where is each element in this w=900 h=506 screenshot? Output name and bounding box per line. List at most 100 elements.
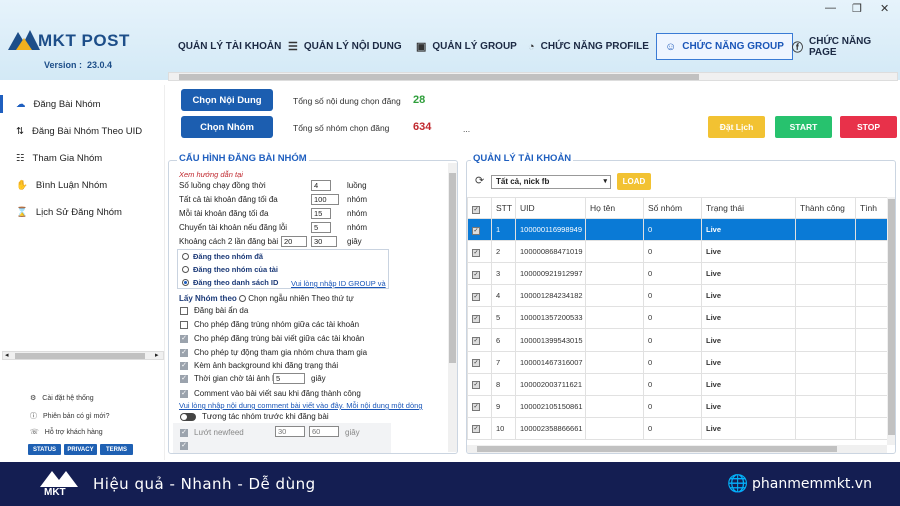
- row-checkbox[interactable]: ✓: [467, 217, 492, 242]
- table-row[interactable]: ✓ 4 100001284234182 0 Live: [467, 284, 888, 308]
- table-row[interactable]: ✓ 5 100001357200533 0 Live: [467, 306, 888, 330]
- table-row[interactable]: ✓ 7 100001467316007 0 Live: [467, 350, 888, 374]
- sidebar-scrollbar[interactable]: ◂ ▸: [2, 351, 164, 360]
- row-checkbox[interactable]: ✓: [467, 328, 492, 352]
- tab-content-management[interactable]: ☰ QUẢN LÝ NỘI DUNG: [280, 33, 410, 60]
- top-scrollbar-thumb[interactable]: [179, 74, 699, 80]
- sidebar-item-post-history[interactable]: ⌛ Lịch Sử Đăng Nhóm: [16, 207, 122, 218]
- tab-page-functions[interactable]: ⓕ CHỨC NĂNG PAGE: [784, 33, 900, 60]
- guide-link[interactable]: Xem hướng dẫn tại: [179, 170, 243, 179]
- check-allow-dup-groups[interactable]: Cho phép đăng trùng nhóm giữa các tài kh…: [180, 320, 359, 329]
- row-checkbox-icon[interactable]: ✓: [472, 270, 480, 279]
- row-checkbox-icon[interactable]: ✓: [472, 381, 480, 390]
- row-checkbox-icon[interactable]: ✓: [472, 248, 480, 257]
- check-upload-wait[interactable]: ✓ Thời gian chờ tải ảnh lên: [180, 374, 283, 383]
- row-checkbox-icon[interactable]: ✓: [472, 226, 480, 235]
- row-checkbox-icon[interactable]: ✓: [472, 403, 480, 412]
- table-row[interactable]: ✓ 6 100001399543015 0 Live: [467, 328, 888, 352]
- refresh-icon[interactable]: ⟳: [475, 174, 484, 187]
- config-vscrollbar-thumb[interactable]: [449, 173, 456, 363]
- accounts-hscrollbar-thumb[interactable]: [477, 446, 837, 452]
- choose-content-button[interactable]: Chọn Nội Dung: [181, 89, 273, 111]
- stop-button[interactable]: STOP: [840, 116, 897, 138]
- load-button[interactable]: LOAD: [617, 173, 651, 190]
- col-success[interactable]: Thành công: [795, 197, 856, 219]
- table-row[interactable]: ✓ 10 100002358866661 0 Live: [467, 416, 888, 440]
- delay-to-input[interactable]: 30: [311, 236, 337, 247]
- tab-profile-functions[interactable]: ◔ CHỨC NĂNG PROFILE: [520, 33, 657, 60]
- radio-account-groups[interactable]: Đăng theo nhóm của tài: [182, 265, 278, 274]
- check-background-image[interactable]: ✓ Kèm ảnh background khi đăng trạng thái: [180, 361, 338, 370]
- accounts-hscrollbar[interactable]: [467, 445, 887, 453]
- top-scrollbar[interactable]: [168, 72, 898, 81]
- order-option[interactable]: Theo thứ tự: [311, 294, 353, 303]
- check-comment-after-post[interactable]: ✓ Comment vào bài viết sau khi đăng thành…: [180, 389, 361, 398]
- sidebar-scrollbar-thumb[interactable]: [15, 353, 145, 359]
- row-checkbox[interactable]: ✓: [467, 306, 492, 330]
- col-groups[interactable]: Số nhóm: [643, 197, 702, 219]
- website-link[interactable]: phanmemmkt.vn: [752, 476, 872, 492]
- schedule-button[interactable]: Đặt Lịch: [708, 116, 765, 138]
- config-vscrollbar[interactable]: [448, 163, 457, 452]
- tab-account-management[interactable]: QUẢN LÝ TÀI KHOẢN: [170, 33, 289, 60]
- threads-input[interactable]: 4: [311, 180, 331, 191]
- radio-joined-groups[interactable]: Đăng theo nhóm đã: [182, 252, 263, 261]
- minimize-icon[interactable]: —: [825, 2, 836, 14]
- sidebar-item-post-group-uid[interactable]: ⇅ Đăng Bài Nhóm Theo UID: [16, 126, 142, 137]
- check-scroll-newsfeed[interactable]: ✓ Lướt newfeed: [180, 428, 244, 437]
- interact-before-post-toggle[interactable]: Tương tác nhóm trước khi đăng bài: [180, 412, 329, 421]
- customer-support-link[interactable]: ☏ Hỗ trợ khách hàng: [30, 428, 103, 437]
- select-all-checkbox[interactable]: ✓: [472, 205, 480, 214]
- row-checkbox-icon[interactable]: ✓: [472, 359, 480, 368]
- id-group-link[interactable]: Vui lòng nhập ID GROUP và: [291, 279, 386, 288]
- table-row[interactable]: ✓ 8 100002003711621 0 Live: [467, 372, 888, 396]
- tab-group-functions[interactable]: ☺ CHỨC NĂNG GROUP: [656, 33, 793, 60]
- table-row[interactable]: ✓ 1 100000116998949 0 Live: [467, 217, 888, 242]
- col-uid[interactable]: UID: [515, 197, 586, 219]
- per-account-max-input[interactable]: 15: [311, 208, 331, 219]
- choose-group-button[interactable]: Chọn Nhóm: [181, 116, 273, 138]
- row-checkbox-icon[interactable]: ✓: [472, 292, 480, 301]
- check-hidden-post[interactable]: Đăng bài ẩn da: [180, 306, 248, 315]
- delay-from-input[interactable]: 20: [281, 236, 307, 247]
- table-row[interactable]: ✓ 2 100000868471019 0 Live: [467, 240, 888, 264]
- system-settings-link[interactable]: ⚙ Cài đặt hệ thống: [30, 394, 94, 403]
- tab-group-management[interactable]: ▣ QUẢN LÝ GROUP: [408, 33, 525, 60]
- maximize-icon[interactable]: ❐: [852, 2, 862, 15]
- accounts-vscrollbar[interactable]: [887, 197, 895, 445]
- newsfeed-from-input[interactable]: 30: [275, 426, 305, 437]
- comment-content-link[interactable]: Vui lòng nhập nội dung comment bài viết …: [179, 401, 423, 410]
- privacy-button[interactable]: PRIVACY: [64, 444, 97, 455]
- row-checkbox[interactable]: ✓: [467, 240, 492, 264]
- switch-on-error-input[interactable]: 5: [311, 222, 331, 233]
- sidebar-item-comment-group[interactable]: ✋ Bình Luận Nhóm: [16, 180, 107, 191]
- row-checkbox[interactable]: ✓: [467, 284, 492, 308]
- row-checkbox-icon[interactable]: ✓: [472, 314, 480, 323]
- col-status[interactable]: Trạng thái: [701, 197, 796, 219]
- status-button[interactable]: STATUS: [28, 444, 61, 455]
- select-all-header[interactable]: ✓: [467, 197, 492, 219]
- col-stt[interactable]: STT: [491, 197, 516, 219]
- newsfeed-to-input[interactable]: 60: [309, 426, 339, 437]
- row-checkbox[interactable]: ✓: [467, 394, 492, 418]
- radio-random[interactable]: [239, 295, 247, 303]
- row-checkbox[interactable]: ✓: [467, 350, 492, 374]
- sidebar-item-join-group[interactable]: ☷ Tham Gia Nhóm: [16, 153, 102, 164]
- accounts-vscrollbar-thumb[interactable]: [888, 199, 895, 435]
- terms-button[interactable]: TERMS: [100, 444, 133, 455]
- radio-id-list[interactable]: Đăng theo danh sách ID: [182, 278, 278, 287]
- upload-wait-input[interactable]: 5: [273, 373, 305, 384]
- check-auto-join[interactable]: ✓ Cho phép tự động tham gia nhóm chưa tha…: [180, 348, 367, 357]
- row-checkbox-icon[interactable]: ✓: [472, 425, 480, 434]
- col-name[interactable]: Họ tên: [585, 197, 644, 219]
- row-checkbox-icon[interactable]: ✓: [472, 337, 480, 346]
- row-checkbox[interactable]: ✓: [467, 262, 492, 286]
- total-max-input[interactable]: 100: [311, 194, 339, 205]
- row-checkbox[interactable]: ✓: [467, 372, 492, 396]
- check-extra-option[interactable]: ✓: [180, 442, 188, 450]
- row-checkbox[interactable]: ✓: [467, 416, 492, 440]
- whats-new-link[interactable]: ⓘ Phiên bản có gì mới?: [30, 411, 109, 421]
- toggle-switch[interactable]: [180, 412, 196, 421]
- account-filter-select[interactable]: Tất cả, nick fb ▾: [491, 175, 611, 189]
- check-allow-dup-posts[interactable]: ✓ Cho phép đăng trùng bài viết giữa các t…: [180, 334, 364, 343]
